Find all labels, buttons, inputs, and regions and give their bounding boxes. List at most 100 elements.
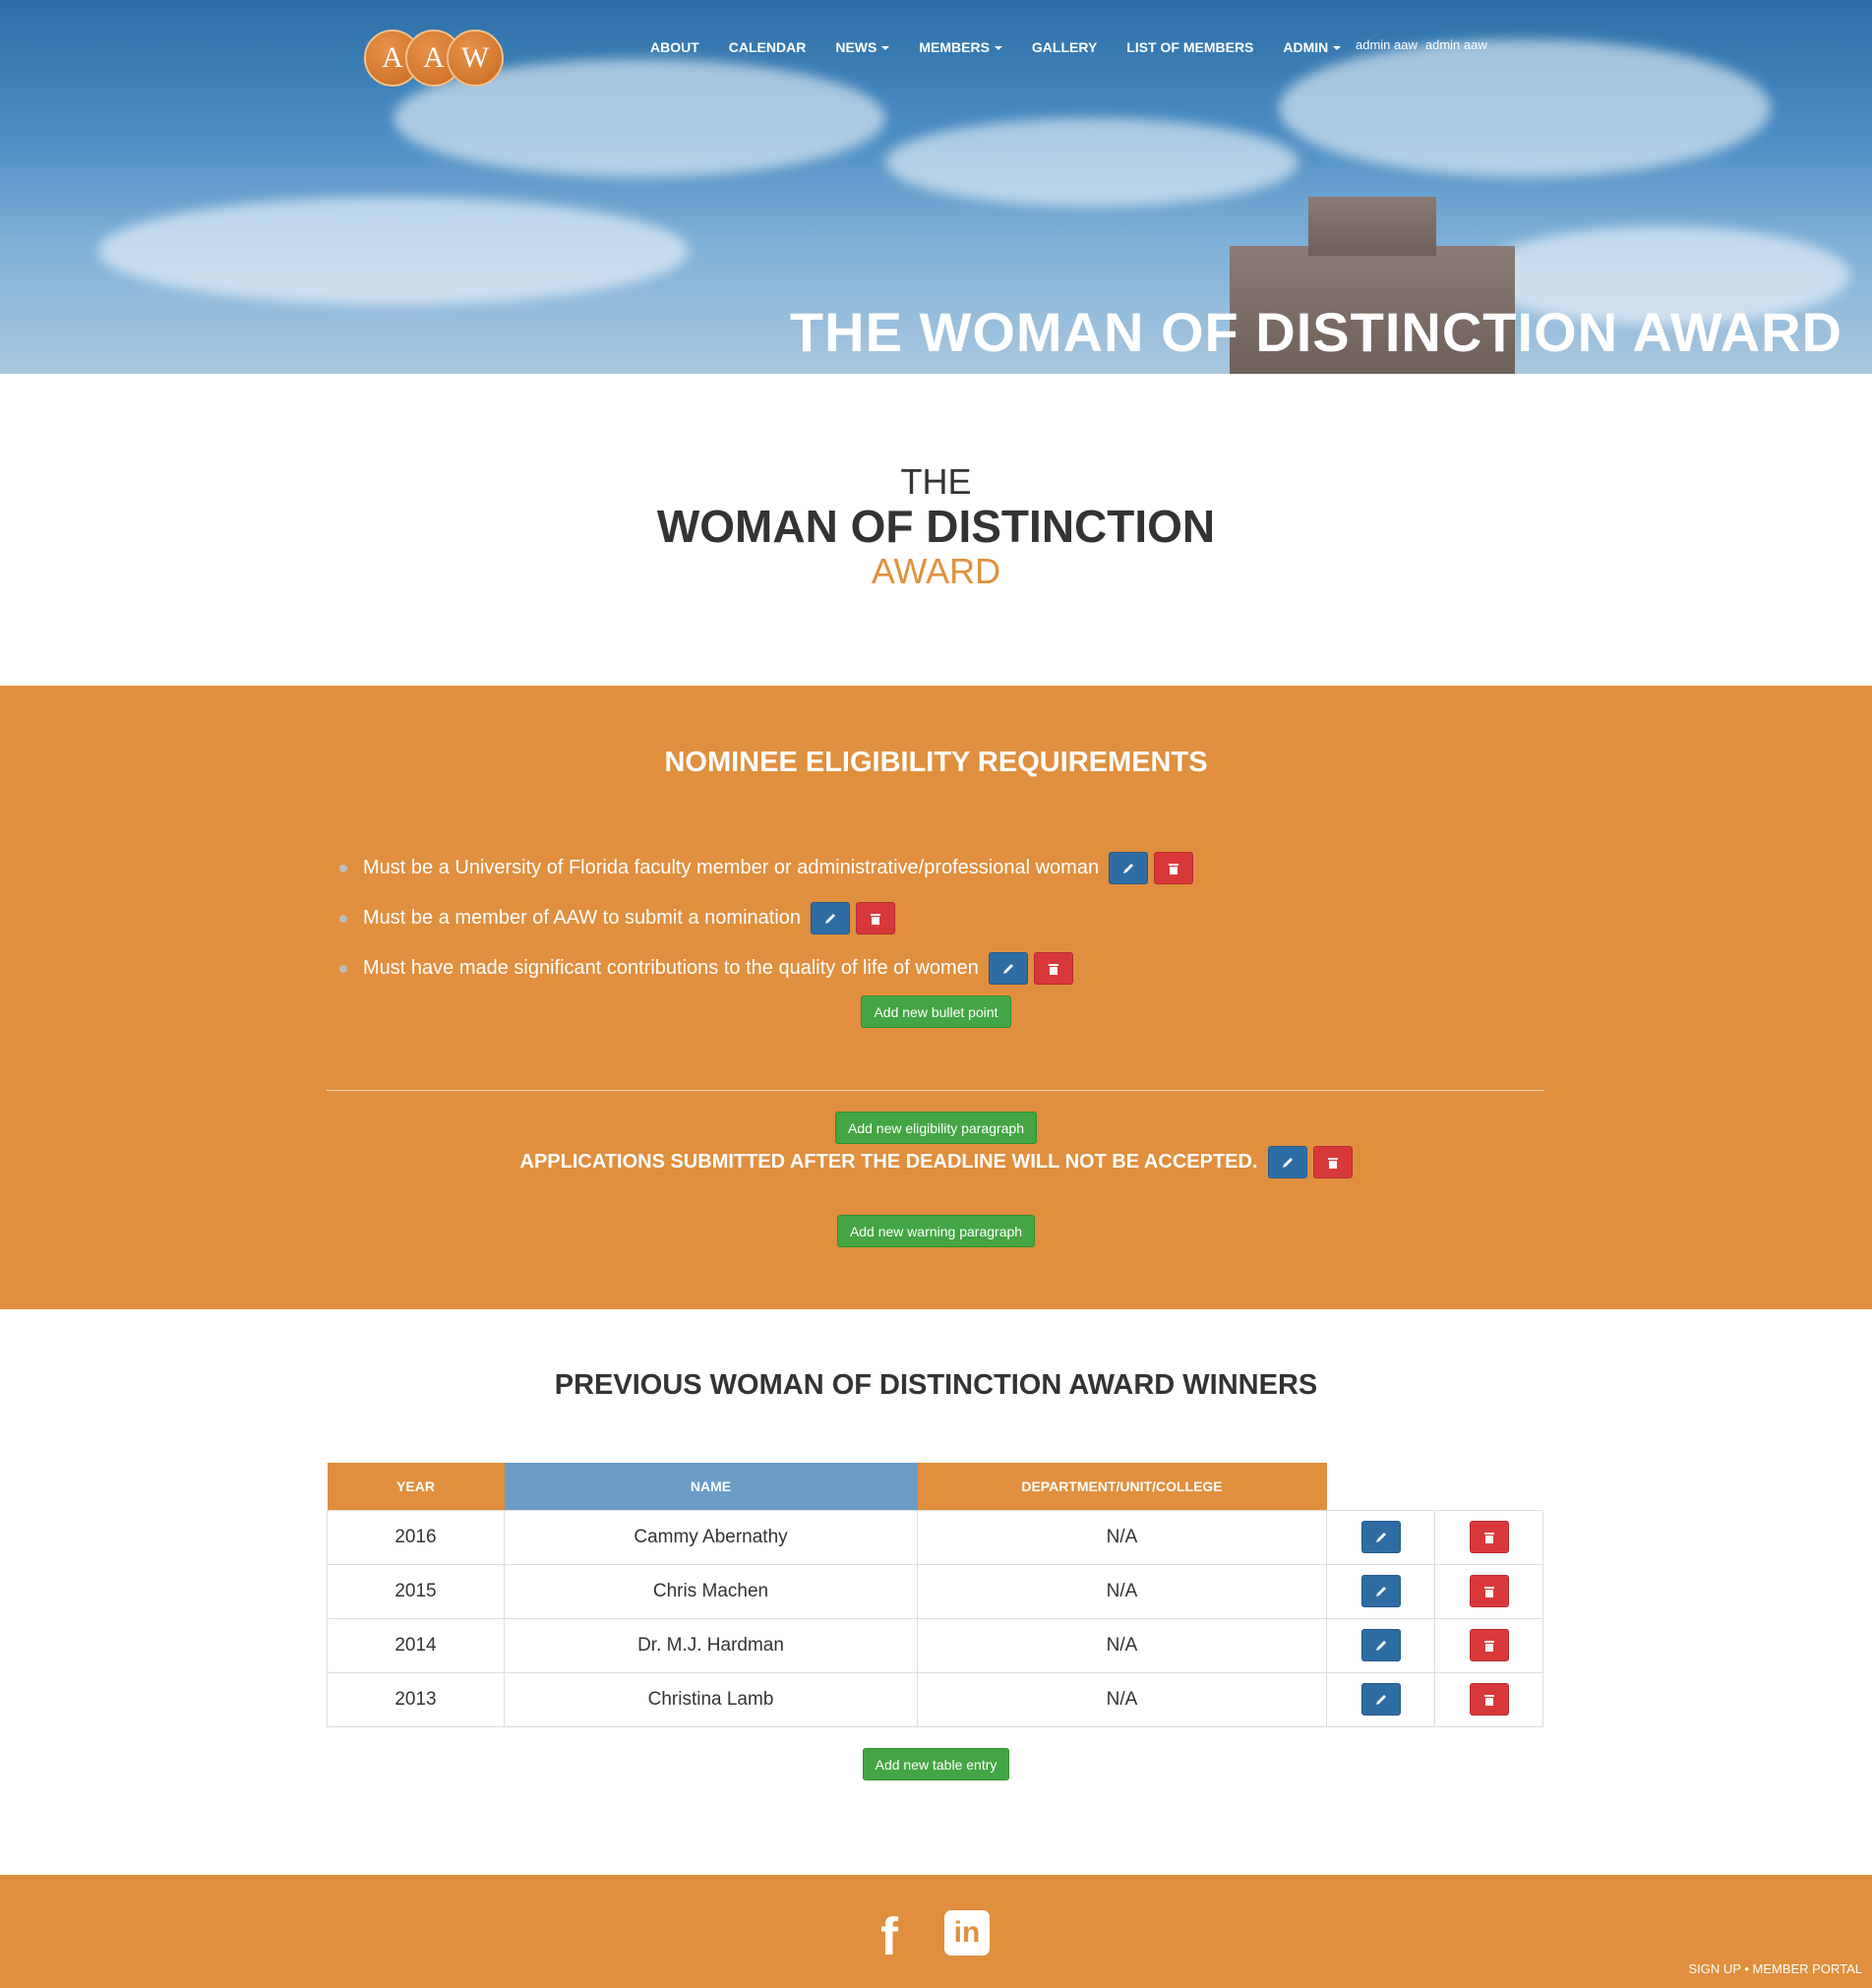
cell-name: Chris Machen	[504, 1563, 918, 1619]
nav-label: MEMBERS	[919, 39, 990, 55]
edit-button[interactable]	[811, 902, 851, 934]
trash-icon	[871, 913, 881, 925]
cell-year: 2013	[327, 1671, 505, 1727]
delete-button[interactable]	[1469, 1683, 1509, 1716]
cell-dept: N/A	[917, 1617, 1327, 1673]
facebook-icon[interactable]: f	[880, 1910, 898, 1963]
cloud	[885, 118, 1298, 207]
footer: f in SIGN UP • MEMBER PORTAL	[0, 1875, 1872, 1988]
edit-button[interactable]	[1360, 1683, 1401, 1716]
add-eligibility-paragraph-button[interactable]: Add new eligibility paragraph	[835, 1112, 1037, 1144]
cell-name: Cammy Abernathy	[504, 1509, 918, 1565]
cloud	[98, 197, 689, 305]
user-menu[interactable]: admin aaw admin aaw	[1356, 37, 1487, 52]
bullet-dot	[339, 914, 347, 923]
warning-paragraph: APPLICATIONS SUBMITTED AFTER THE DEADLIN…	[0, 1146, 1872, 1178]
nav-about[interactable]: ABOUT	[635, 39, 714, 55]
winners-table: YEAR NAME DEPARTMENT/UNIT/COLLEGE 2016 C…	[327, 1463, 1543, 1727]
cell-edit	[1326, 1671, 1435, 1727]
delete-button[interactable]	[1033, 952, 1073, 985]
add-bullet-button[interactable]: Add new bullet point	[861, 995, 1011, 1028]
delete-button[interactable]	[1312, 1146, 1353, 1178]
nav-members[interactable]: MEMBERS	[904, 39, 1017, 55]
intro-line-1: THE	[900, 461, 972, 502]
column-header-year: YEAR	[327, 1463, 505, 1510]
linkedin-icon[interactable]: in	[944, 1910, 990, 1956]
list-item: Must be a member of AAW to submit a nomi…	[339, 893, 1193, 943]
cell-name: Dr. M.J. Hardman	[504, 1617, 918, 1673]
delete-button[interactable]	[1469, 1521, 1509, 1553]
add-table-entry-button[interactable]: Add new table entry	[862, 1748, 1010, 1780]
list-item: Must have made significant contributions…	[339, 943, 1193, 994]
nav-label: GALLERY	[1031, 39, 1098, 55]
trash-icon	[1483, 1532, 1494, 1543]
edit-button[interactable]	[1360, 1629, 1401, 1661]
winners-heading: PREVIOUS WOMAN OF DISTINCTION AWARD WINN…	[554, 1369, 1318, 1401]
table-row: 2015 Chris Machen N/A	[327, 1563, 1543, 1619]
pencil-icon	[1375, 1532, 1386, 1542]
nav-label: LIST OF MEMBERS	[1126, 39, 1254, 55]
cell-delete	[1434, 1509, 1543, 1565]
aaw-logo[interactable]: A A W	[364, 30, 504, 87]
chevron-down-icon	[994, 46, 1002, 51]
trash-icon	[1483, 1694, 1494, 1706]
pencil-icon	[1123, 863, 1134, 874]
user-name-small: admin aaw	[1356, 37, 1418, 52]
edit-button[interactable]	[1267, 1146, 1307, 1178]
pencil-icon	[825, 913, 836, 924]
pencil-icon	[1282, 1157, 1293, 1168]
main-nav: ABOUT CALENDAR NEWS MEMBERS GALLERY LIST…	[635, 39, 1356, 55]
intro-line-3: AWARD	[871, 551, 1001, 591]
nav-label: CALENDAR	[728, 39, 807, 55]
cell-dept: N/A	[917, 1671, 1327, 1727]
column-header-department: DEPARTMENT/UNIT/COLLEGE	[917, 1463, 1327, 1510]
edit-button[interactable]	[1109, 852, 1149, 884]
add-entry-row: Add new table entry	[0, 1748, 1872, 1780]
intro-line-2: WOMAN OF DISTINCTION	[656, 501, 1216, 552]
edit-button[interactable]	[1360, 1575, 1401, 1607]
nav-admin[interactable]: ADMIN	[1268, 39, 1356, 55]
table-row: 2013 Christina Lamb N/A	[327, 1671, 1543, 1727]
cell-name: Christina Lamb	[504, 1671, 918, 1727]
cell-delete	[1434, 1617, 1543, 1673]
add-paragraph-row: Add new eligibility paragraph	[0, 1112, 1872, 1144]
delete-button[interactable]	[1154, 852, 1194, 884]
award-intro: THE WOMAN OF DISTINCTION AWARD	[0, 462, 1872, 592]
table-row: 2014 Dr. M.J. Hardman N/A	[327, 1617, 1543, 1673]
nav-gallery[interactable]: GALLERY	[1017, 39, 1112, 55]
cell-delete	[1434, 1563, 1543, 1619]
cell-dept: N/A	[917, 1509, 1327, 1565]
edit-button[interactable]	[1360, 1521, 1401, 1553]
add-warning-paragraph-button[interactable]: Add new warning paragraph	[836, 1215, 1036, 1247]
cell-year: 2016	[327, 1509, 505, 1565]
nav-news[interactable]: NEWS	[820, 39, 904, 55]
hero-title: THE WOMAN OF DISTINCTION AWARD	[789, 301, 1842, 363]
nav-label: ADMIN	[1283, 39, 1329, 55]
trash-icon	[1169, 863, 1179, 874]
column-header-name: NAME	[504, 1463, 918, 1510]
trash-icon	[1483, 1640, 1494, 1652]
eligibility-heading: NOMINEE ELIGIBILITY REQUIREMENTS	[664, 747, 1208, 778]
nav-list-of-members[interactable]: LIST OF MEMBERS	[1112, 39, 1268, 55]
pencil-icon	[1375, 1640, 1386, 1651]
user-name: admin aaw	[1424, 37, 1487, 52]
delete-button[interactable]	[856, 902, 896, 934]
delete-button[interactable]	[1469, 1629, 1509, 1661]
edit-button[interactable]	[988, 952, 1028, 985]
eligibility-list: Must be a University of Florida faculty …	[339, 843, 1194, 994]
bullet-text: Must be a member of AAW to submit a nomi…	[363, 907, 802, 929]
table-row: 2016 Cammy Abernathy N/A	[327, 1509, 1543, 1565]
list-item: Must be a University of Florida faculty …	[339, 843, 1194, 893]
column-header-edit	[1326, 1463, 1435, 1510]
warning-text: APPLICATIONS SUBMITTED AFTER THE DEADLIN…	[519, 1151, 1258, 1173]
footer-links[interactable]: SIGN UP • MEMBER PORTAL	[1689, 1961, 1862, 1976]
add-bullet-row: Add new bullet point	[0, 995, 1872, 1028]
nav-calendar[interactable]: CALENDAR	[714, 39, 821, 55]
logo-letter: W	[447, 30, 504, 87]
delete-button[interactable]	[1469, 1575, 1509, 1607]
cell-year: 2014	[327, 1617, 505, 1673]
pencil-icon	[1002, 963, 1013, 974]
cell-delete	[1434, 1671, 1543, 1727]
chevron-down-icon	[1333, 46, 1342, 51]
cell-dept: N/A	[917, 1563, 1327, 1619]
